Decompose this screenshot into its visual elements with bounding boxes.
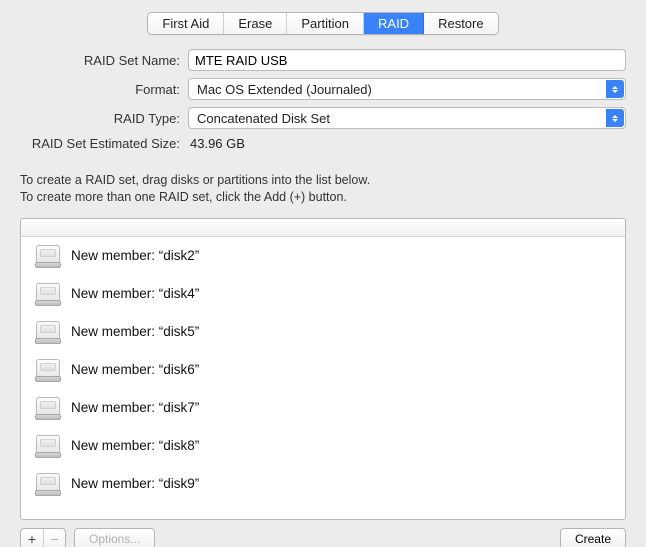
list-item-label: New member: “disk7” bbox=[71, 400, 199, 415]
disk-utility-panel: First Aid Erase Partition RAID Restore R… bbox=[0, 0, 646, 547]
tab-bar: First Aid Erase Partition RAID Restore bbox=[0, 0, 646, 49]
raid-form: RAID Set Name: Format: Mac OS Extended (… bbox=[0, 49, 646, 166]
disk-icon bbox=[35, 433, 61, 459]
raid-type-popup[interactable]: Concatenated Disk Set bbox=[188, 107, 626, 129]
instructions-line-1: To create a RAID set, drag disks or part… bbox=[20, 172, 626, 189]
estimated-size-label: RAID Set Estimated Size: bbox=[20, 136, 188, 151]
add-button[interactable]: + bbox=[21, 529, 43, 547]
disk-icon bbox=[35, 243, 61, 269]
instructions-text: To create a RAID set, drag disks or part… bbox=[0, 166, 646, 218]
list-item[interactable]: New member: “disk2” bbox=[21, 237, 625, 275]
list-item-label: New member: “disk5” bbox=[71, 324, 199, 339]
format-popup[interactable]: Mac OS Extended (Journaled) bbox=[188, 78, 626, 100]
list-item[interactable]: New member: “disk6” bbox=[21, 351, 625, 389]
list-item-label: New member: “disk4” bbox=[71, 286, 199, 301]
list-item[interactable]: New member: “disk8” bbox=[21, 427, 625, 465]
options-button[interactable]: Options... bbox=[74, 528, 155, 547]
listbox-header bbox=[21, 219, 625, 237]
disk-icon bbox=[35, 357, 61, 383]
format-label: Format: bbox=[20, 82, 188, 97]
raid-name-input[interactable] bbox=[188, 49, 626, 71]
raid-name-label: RAID Set Name: bbox=[20, 53, 188, 68]
disk-icon bbox=[35, 281, 61, 307]
raid-type-label: RAID Type: bbox=[20, 111, 188, 126]
chevron-up-down-icon bbox=[606, 80, 624, 98]
tab-erase[interactable]: Erase bbox=[224, 13, 287, 34]
list-item[interactable]: New member: “disk5” bbox=[21, 313, 625, 351]
list-item[interactable]: New member: “disk9” bbox=[21, 465, 625, 503]
add-remove-group: + − bbox=[20, 528, 66, 547]
instructions-line-2: To create more than one RAID set, click … bbox=[20, 189, 626, 206]
chevron-up-down-icon bbox=[606, 109, 624, 127]
list-item[interactable]: New member: “disk7” bbox=[21, 389, 625, 427]
format-popup-value: Mac OS Extended (Journaled) bbox=[197, 82, 372, 97]
raid-type-popup-value: Concatenated Disk Set bbox=[197, 111, 330, 126]
list-item-label: New member: “disk8” bbox=[71, 438, 199, 453]
disk-icon bbox=[35, 471, 61, 497]
estimated-size-value: 43.96 GB bbox=[188, 136, 626, 151]
plus-icon: + bbox=[28, 531, 36, 547]
tab-segmented-control: First Aid Erase Partition RAID Restore bbox=[147, 12, 498, 35]
tab-first-aid[interactable]: First Aid bbox=[148, 13, 224, 34]
list-item-label: New member: “disk2” bbox=[71, 248, 199, 263]
disk-icon bbox=[35, 319, 61, 345]
tab-raid[interactable]: RAID bbox=[364, 13, 424, 34]
raid-members-listbox: New member: “disk2” New member: “disk4” Ne… bbox=[20, 218, 626, 520]
list-item-label: New member: “disk9” bbox=[71, 476, 199, 491]
create-button[interactable]: Create bbox=[560, 528, 626, 547]
list-item-label: New member: “disk6” bbox=[71, 362, 199, 377]
action-bar: + − Options... Create bbox=[20, 528, 626, 547]
listbox-scroll[interactable]: New member: “disk2” New member: “disk4” Ne… bbox=[21, 237, 625, 519]
minus-icon: − bbox=[50, 531, 58, 547]
tab-partition[interactable]: Partition bbox=[287, 13, 364, 34]
list-item[interactable]: New member: “disk4” bbox=[21, 275, 625, 313]
tab-restore[interactable]: Restore bbox=[424, 13, 498, 34]
remove-button[interactable]: − bbox=[43, 529, 65, 547]
disk-icon bbox=[35, 395, 61, 421]
